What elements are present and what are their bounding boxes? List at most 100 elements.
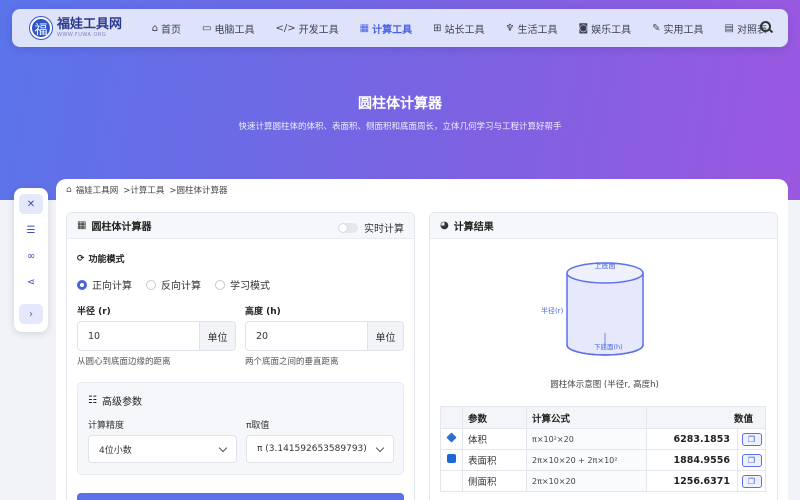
site-logo[interactable]: 福 福娃工具网 WWW.FUWA.ORG xyxy=(30,17,138,39)
nav-item-1[interactable]: ▭ 电脑工具 xyxy=(202,21,254,36)
radius-input[interactable]: 10 xyxy=(78,322,199,350)
precision-select[interactable]: 4位小数 xyxy=(88,435,237,463)
link-icon[interactable]: ∞ xyxy=(19,246,43,266)
mode-reverse[interactable]: 反向计算 xyxy=(146,277,201,292)
pi-value: π (3.141592653589793) xyxy=(257,444,367,454)
mode-forward-label: 正向计算 xyxy=(92,281,132,292)
nav-item-4[interactable]: ⊞ 站长工具 xyxy=(433,21,484,36)
pi-select[interactable]: π (3.141592653589793) xyxy=(246,435,394,463)
radius-label: 半径 (r) xyxy=(77,307,111,317)
home-icon[interactable]: ⌂ xyxy=(66,185,72,195)
page-title: 圆柱体计算器 xyxy=(358,96,442,112)
tools-icon[interactable]: ✕ xyxy=(19,194,43,214)
advanced-title-label: 高级参数 xyxy=(101,397,142,408)
copy-button[interactable]: ❐ xyxy=(741,474,762,488)
diagram-caption: 圆柱体示意图 (半径r, 高度h) xyxy=(550,380,659,390)
table-row: 体积 π×10²×20 6283.1853 ❐ xyxy=(440,428,766,450)
nav-item-label: 实用工具 xyxy=(663,24,704,36)
nav-item-label: 首页 xyxy=(161,24,182,36)
row-formula: 2π×10×20 xyxy=(526,470,647,492)
nav-item-label: 开发工具 xyxy=(298,24,339,36)
nav-item-label: 站长工具 xyxy=(444,24,485,36)
radius-hint: 从圆心到底面边缘的距离 xyxy=(77,357,171,367)
calculator-icon: ▦ xyxy=(77,220,87,231)
nav-item-label: 电脑工具 xyxy=(214,24,255,36)
table-icon: ▤ xyxy=(724,22,734,34)
calculate-button[interactable] xyxy=(77,493,404,500)
pi-label: π取值 xyxy=(246,421,270,431)
chevron-down-icon xyxy=(218,443,228,453)
sliders-icon: ☷ xyxy=(88,395,97,406)
breadcrumb-current: >圆柱体计算器 xyxy=(169,186,228,196)
chevron-down-icon xyxy=(375,443,385,453)
top-face-label: 上底面 xyxy=(595,261,616,270)
col-formula: 计算公式 xyxy=(526,406,647,429)
calculator-panel: ▦ 圆柱体计算器 实时计算 ⟳ 功能模式 正向计算 反向计算 学习模式 半径 (… xyxy=(66,212,415,500)
mode-forward[interactable]: 正向计算 xyxy=(77,277,132,292)
precision-label: 计算精度 xyxy=(88,421,125,431)
square-icon xyxy=(447,454,456,463)
radio-dot[interactable] xyxy=(215,279,225,290)
radio-dot[interactable] xyxy=(146,279,156,290)
sync-icon: ⟳ xyxy=(77,253,85,264)
bottom-face-label: 下底面(h) xyxy=(594,342,623,351)
site-name: 福娃工具网 xyxy=(57,16,123,32)
nav-item-label: 计算工具 xyxy=(372,24,413,36)
list-icon[interactable]: ☰ xyxy=(19,220,43,240)
precision-value: 4位小数 xyxy=(99,445,132,456)
share-icon[interactable]: ⋖ xyxy=(19,272,43,292)
col-icon xyxy=(440,406,463,429)
breadcrumb-home[interactable]: 福娃工具网 xyxy=(76,184,119,196)
results-table: 参数 计算公式 数值 体积 π×10²×20 6283.1853 ❐ 表面积 2… xyxy=(440,406,766,492)
copy-button[interactable]: ❐ xyxy=(741,432,762,446)
breadcrumb: ⌂ 福娃工具网 >计算工具 >圆柱体计算器 xyxy=(66,184,232,196)
nav-item-6[interactable]: ◙ 娱乐工具 xyxy=(578,21,631,36)
row-value: 1256.6371 xyxy=(646,470,738,492)
row-name: 侧面积 xyxy=(462,470,527,492)
site-domain: WWW.FUWA.ORG xyxy=(57,31,107,38)
nav-item-7[interactable]: ✎ 实用工具 xyxy=(652,21,703,36)
row-formula: π×10²×20 xyxy=(526,428,647,450)
search-icon[interactable] xyxy=(760,21,771,32)
nav-item-5[interactable]: ♆ 生活工具 xyxy=(505,21,557,36)
nav-item-label: 生活工具 xyxy=(517,24,558,36)
row-name: 表面积 xyxy=(462,449,527,471)
nav-item-3[interactable]: ▦ 计算工具 xyxy=(360,21,412,36)
table-row: 侧面积 2π×10×20 1256.6371 ❐ xyxy=(440,470,766,492)
calculator-title: 圆柱体计算器 xyxy=(91,222,152,233)
nav-item-0[interactable]: ⌂ 首页 xyxy=(152,21,181,36)
live-calc-switch[interactable] xyxy=(338,222,358,233)
mode-learning[interactable]: 学习模式 xyxy=(215,277,270,292)
mode-learning-label: 学习模式 xyxy=(230,281,270,292)
row-name: 体积 xyxy=(462,428,527,450)
sitemap-icon: ⊞ xyxy=(433,22,442,34)
nav-item-2[interactable]: </> 开发工具 xyxy=(276,21,339,36)
pie-chart-icon: ◕ xyxy=(440,220,449,231)
mode-title-label: 功能模式 xyxy=(88,255,125,265)
chevron-right-icon[interactable]: › xyxy=(19,304,43,324)
row-value: 1884.9556 xyxy=(646,449,738,471)
advanced-title: ☷ 高级参数 xyxy=(88,393,142,408)
radius-diagram-label: 半径(r) xyxy=(541,306,564,315)
results-title: 计算结果 xyxy=(453,222,494,233)
table-row: 表面积 2π×10×20 + 2π×10² 1884.9556 ❐ xyxy=(440,449,766,471)
mode-title: ⟳ 功能模式 xyxy=(77,252,125,266)
floating-sidebar: ✕ ☰ ∞ ⋖ › xyxy=(14,188,48,332)
utensils-icon: ♆ xyxy=(505,22,515,34)
cylinder-diagram: 上底面 半径(r) 下底面(h) xyxy=(541,261,644,356)
live-calc-toggle[interactable]: 实时计算 xyxy=(338,220,404,235)
height-hint: 两个底面之间的垂直距离 xyxy=(245,357,339,367)
height-input[interactable]: 20 xyxy=(246,322,367,350)
breadcrumb-category[interactable]: >计算工具 xyxy=(123,184,164,196)
results-panel: ◕ 计算结果 上底面 半径(r) 下底面(h) 圆柱体示意图 (半径r, 高度h… xyxy=(429,212,778,500)
radio-dot[interactable] xyxy=(77,279,87,290)
row-value: 6283.1853 xyxy=(646,428,738,450)
calculator-icon: ▦ xyxy=(359,22,370,34)
page-description: 快速计算圆柱体的体积、表面积、侧面积和底面周长，立体几何学习与工程计算好帮手 xyxy=(238,122,562,132)
height-unit: 单位 xyxy=(367,322,403,350)
row-formula: 2π×10×20 + 2π×10² xyxy=(526,449,647,471)
nav-menu: ⌂ 首页 ▭ 电脑工具 </> 开发工具 ▦ 计算工具 ⊞ 站长工具 ♆ 生活工具 ◙ 娱乐工具 ✎ 实用工具… xyxy=(152,21,788,36)
wrench-icon: ✎ xyxy=(652,22,661,34)
radius-field: 10 单位 xyxy=(77,321,236,351)
copy-button[interactable]: ❐ xyxy=(741,453,762,467)
